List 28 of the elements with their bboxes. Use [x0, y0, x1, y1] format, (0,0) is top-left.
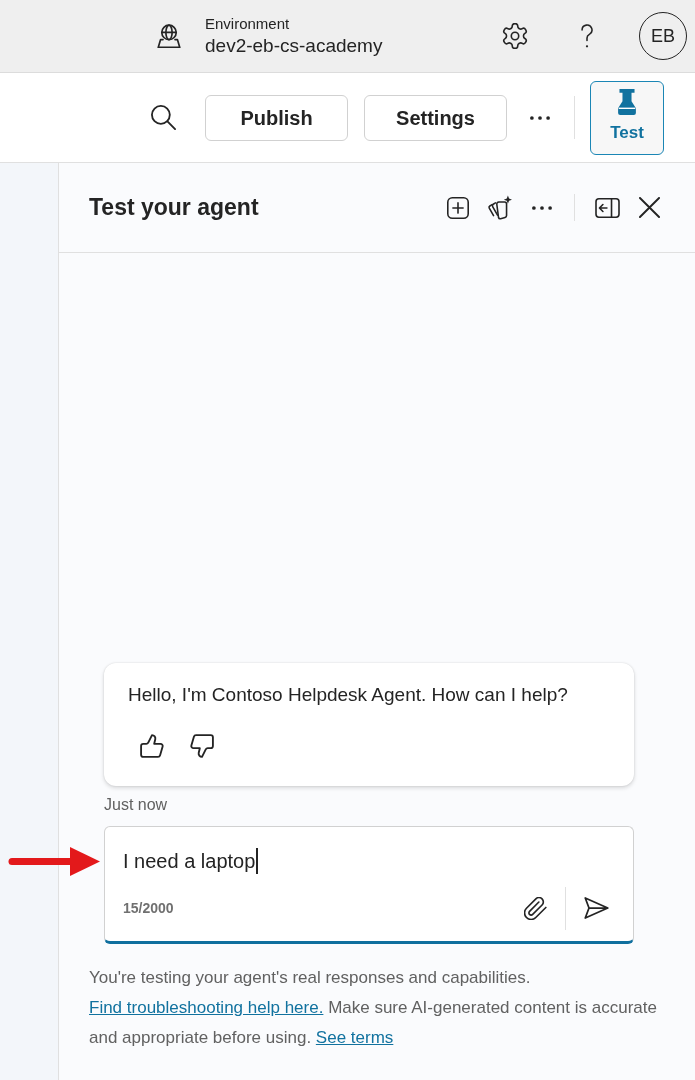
thumbs-down-icon[interactable]: [190, 734, 214, 758]
message-time: Just now: [104, 795, 169, 815]
environment-name[interactable]: dev2-eb-cs-academy: [205, 32, 383, 58]
close-icon[interactable]: [638, 197, 660, 218]
globe-icon: [157, 24, 181, 48]
text-link[interactable]: See terms: [315, 1028, 394, 1047]
settings-icon[interactable]: [502, 23, 528, 49]
add-icon[interactable]: [447, 196, 469, 219]
text-cursor-icon: [256, 848, 259, 874]
send-icon[interactable]: [583, 897, 609, 919]
paperclip-icon[interactable]: [523, 896, 547, 920]
character-counter: 15/2000: [123, 898, 174, 918]
toolbar-button[interactable]: Settings: [364, 94, 507, 141]
text-link[interactable]: Find troubleshooting help here.: [89, 998, 324, 1017]
environment-label: Environment: [205, 14, 291, 33]
flask-icon: [617, 89, 637, 116]
help-icon[interactable]: [580, 24, 594, 48]
test-button[interactable]: Test: [590, 80, 664, 155]
search-icon[interactable]: [150, 105, 176, 130]
more-icon[interactable]: [531, 204, 553, 211]
sparkle-cards-icon[interactable]: [487, 194, 513, 221]
toolbar-button[interactable]: Publish: [205, 94, 348, 141]
disclaimer-text: You're testing your agent's real responses and capabilities. Find troubleshooting help here. Make sure AI-generated content is accurate and appropriate before using. See terms: [88, 967, 658, 1049]
thumbs-up-icon[interactable]: [140, 734, 164, 758]
message-text: Hello, I'm Contoso Helpdesk Agent. How can I help?: [128, 683, 569, 707]
message-input[interactable]: I need a laptop: [123, 847, 614, 875]
more-icon[interactable]: [529, 114, 551, 121]
panel-title: Test your agent: [89, 193, 259, 222]
